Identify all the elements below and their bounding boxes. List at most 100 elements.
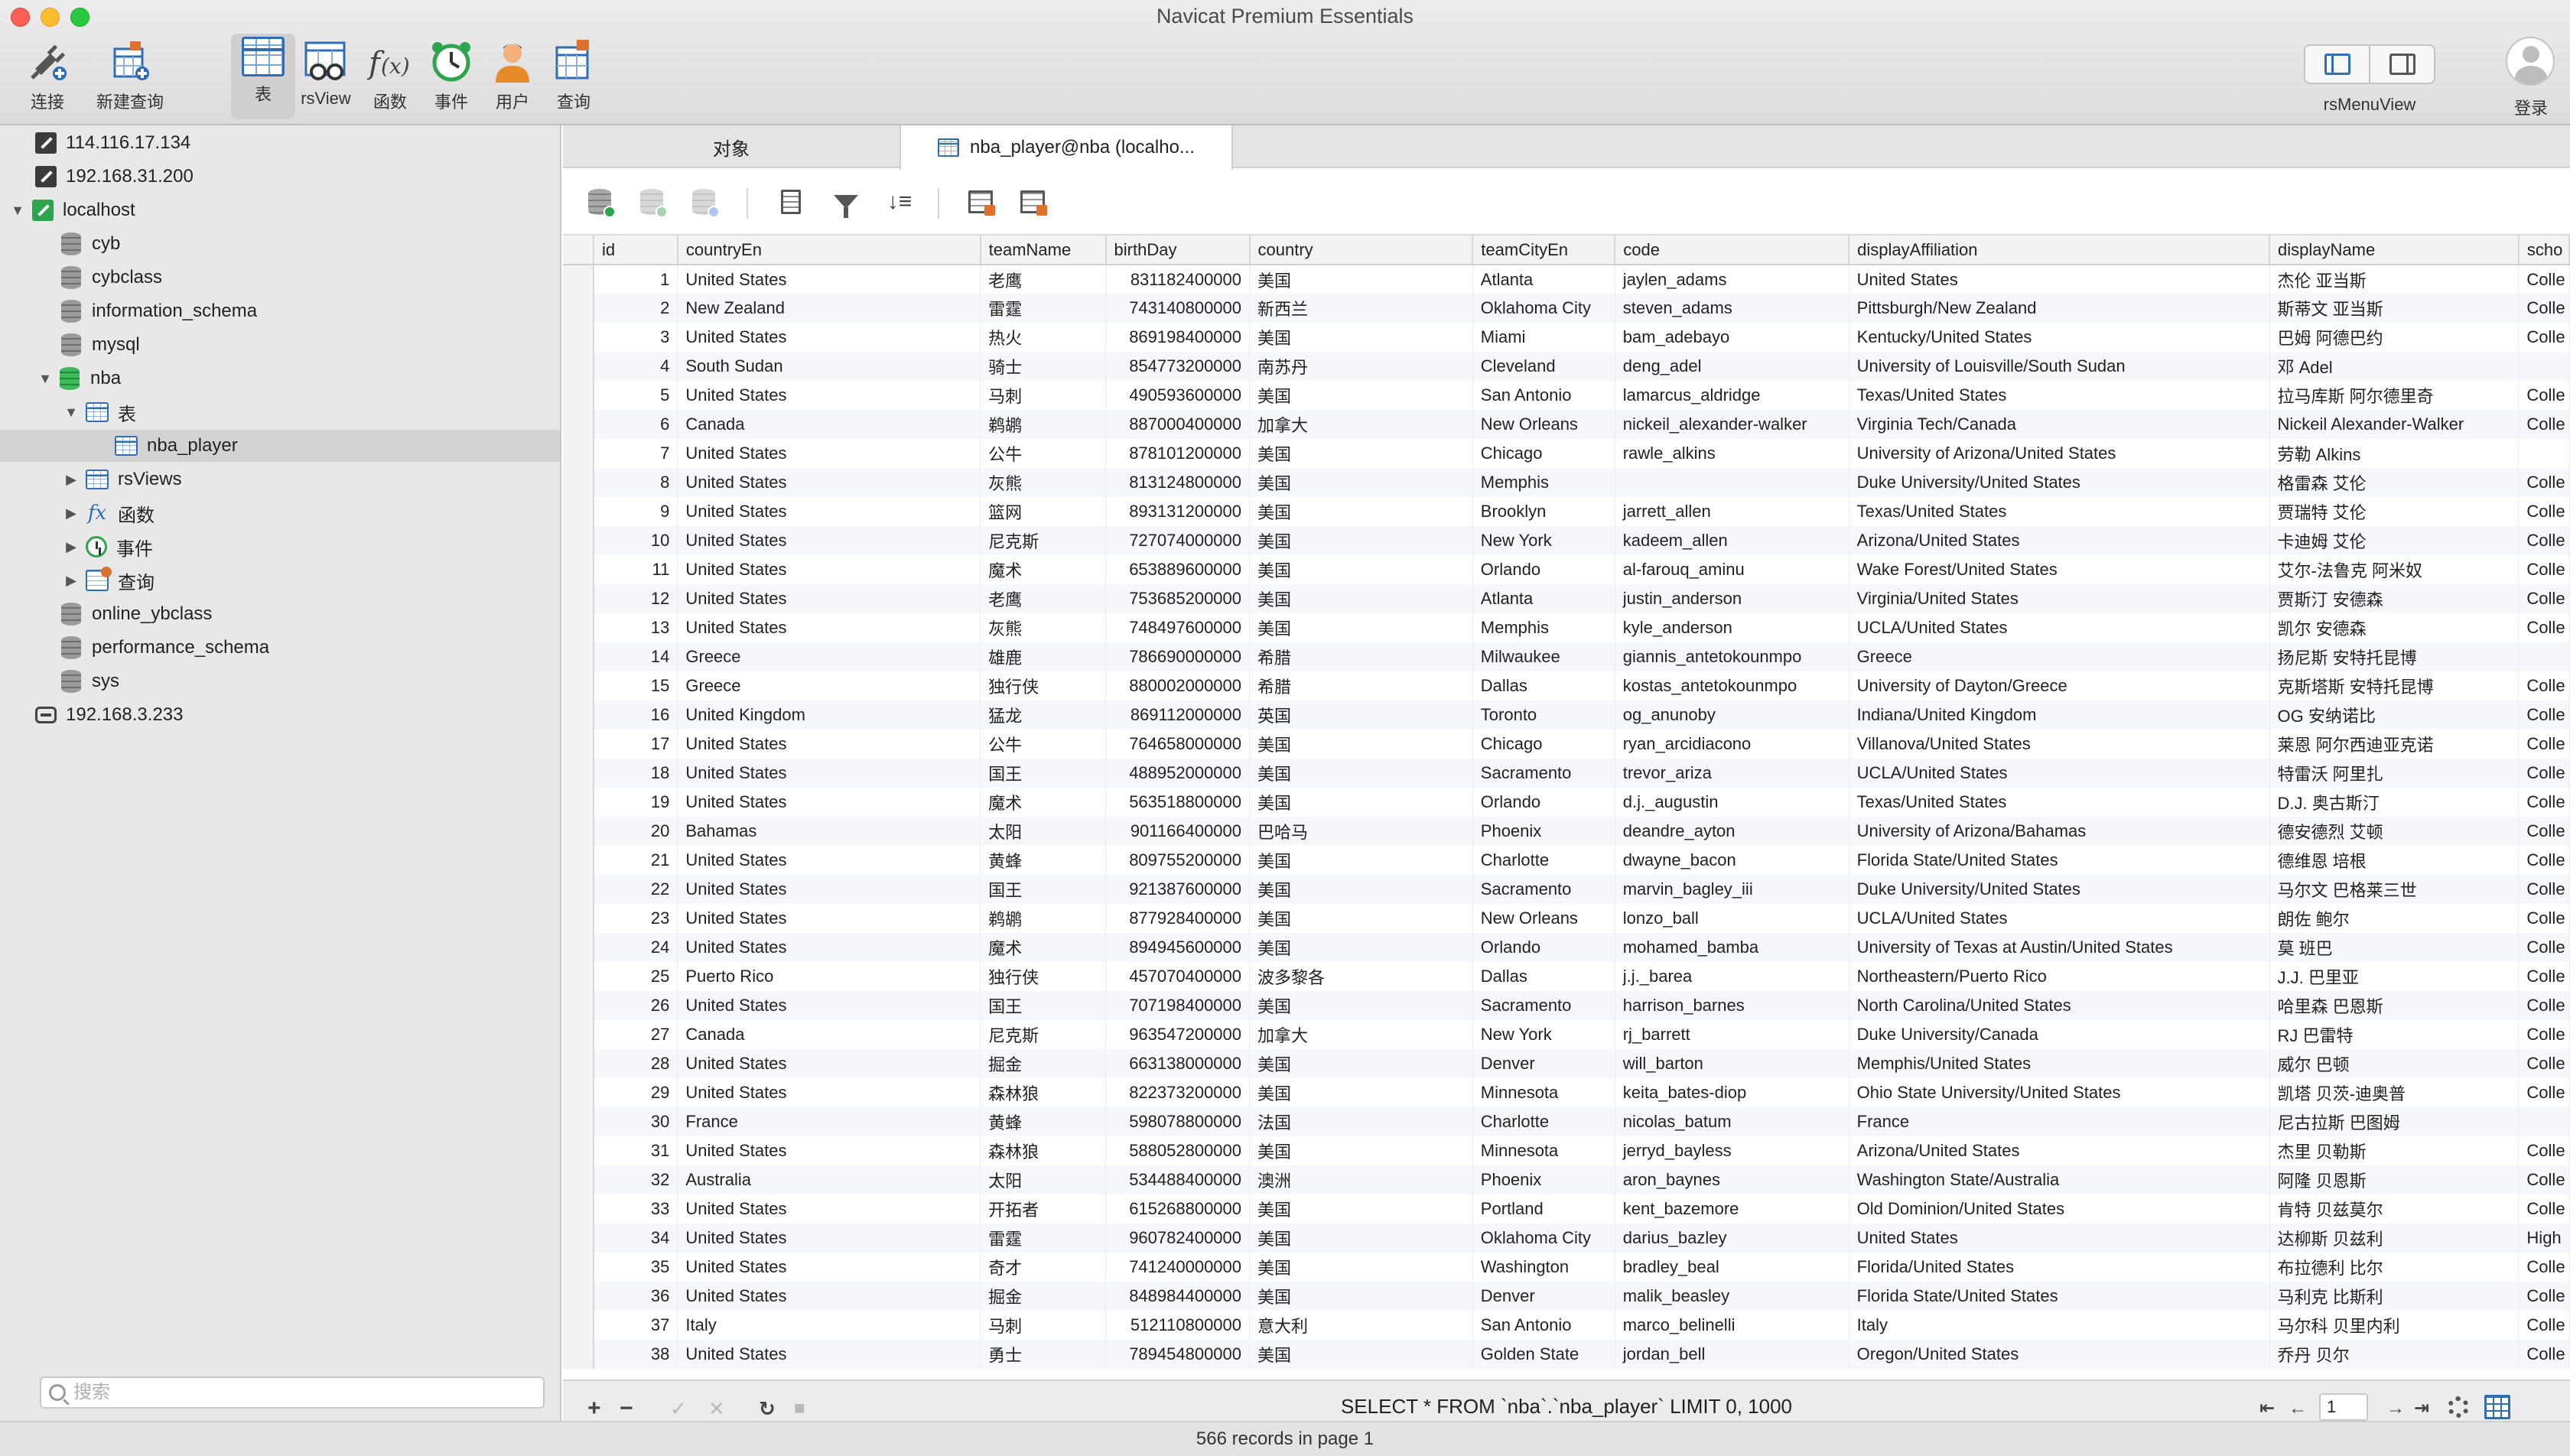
table-cell[interactable]: kostas_antetokounmpo (1615, 671, 1849, 700)
table-cell[interactable]: Colle (2518, 555, 2570, 584)
column-header[interactable]: teamCityEn (1472, 236, 1616, 265)
table-cell[interactable]: New York (1472, 526, 1615, 555)
table-item-nba-player[interactable]: nba_player (0, 430, 560, 462)
table-cell[interactable]: 753685200000 (1105, 584, 1251, 613)
table-cell[interactable]: 艾尔-法鲁克 阿米奴 (2269, 555, 2520, 584)
apply-changes-button[interactable]: ✓ (670, 1395, 687, 1422)
table-cell[interactable]: Colle (2518, 294, 2570, 323)
table-row[interactable]: 38 United States 勇士 789454800000 美国 Golden St… (563, 1340, 2570, 1369)
table-cell[interactable]: deng_adel (1615, 352, 1849, 381)
table-cell[interactable]: 美国 (1249, 1194, 1473, 1224)
table-cell[interactable]: bam_adebayo (1615, 323, 1849, 352)
table-cell[interactable]: 灰熊 (980, 468, 1107, 497)
table-cell[interactable]: Colle (2518, 671, 2570, 700)
events-group[interactable]: ▶ 事件 (61, 531, 153, 563)
table-cell[interactable]: United States (677, 323, 981, 352)
table-cell[interactable]: 707198400000 (1105, 991, 1251, 1020)
table-cell[interactable]: 743140800000 (1105, 294, 1251, 323)
table-cell[interactable]: 森林狼 (980, 1078, 1107, 1107)
table-cell[interactable]: 490593600000 (1105, 381, 1251, 410)
expand-arrow-icon[interactable]: ▼ (8, 203, 28, 219)
table-cell[interactable]: Greece (677, 642, 981, 671)
connection-item[interactable]: 192.168.31.200 (35, 161, 194, 193)
table-cell[interactable]: giannis_antetokounmpo (1615, 642, 1849, 671)
table-cell[interactable]: Memphis (1472, 468, 1615, 497)
row-header-cell[interactable] (563, 1282, 594, 1311)
table-cell[interactable]: United States (677, 730, 981, 759)
table-cell[interactable]: 莫 班巴 (2269, 933, 2520, 962)
table-cell[interactable]: Florida State/United States (1849, 846, 2270, 875)
table-cell[interactable]: deandre_ayton (1615, 817, 1849, 846)
table-cell[interactable]: Puerto Rico (677, 962, 981, 991)
table-cell[interactable]: United States (677, 584, 981, 613)
column-header[interactable]: scho (2518, 236, 2570, 265)
table-cell[interactable]: 篮网 (980, 497, 1107, 526)
table-cell[interactable]: 美国 (1249, 323, 1473, 352)
table-cell[interactable]: Dallas (1472, 962, 1615, 991)
table-cell[interactable]: Colle (2518, 1020, 2570, 1049)
tables-group[interactable]: ▼ 表 (61, 396, 136, 428)
table-cell[interactable]: UCLA/United States (1849, 904, 2270, 933)
table-row[interactable]: 28 United States 掘金 663138000000 美国 Denver wil… (563, 1049, 2570, 1078)
table-cell[interactable]: 789454800000 (1105, 1340, 1251, 1369)
table-cell[interactable]: Colle (2518, 875, 2570, 904)
commit-button[interactable] (636, 187, 668, 218)
table-cell[interactable]: 美国 (1249, 933, 1473, 962)
table-cell[interactable]: rj_barrett (1615, 1020, 1849, 1049)
table-cell[interactable] (1615, 468, 1849, 497)
table-cell[interactable]: University of Louisville/South Sudan (1849, 352, 2270, 381)
table-cell[interactable]: 894945600000 (1105, 933, 1251, 962)
gear-icon[interactable] (2448, 1396, 2469, 1418)
query-button[interactable]: 查询 (542, 34, 606, 119)
table-cell[interactable]: jerryd_bayless (1615, 1136, 1849, 1165)
event-button[interactable]: 事件 (419, 34, 483, 119)
table-cell[interactable]: 854773200000 (1105, 352, 1251, 381)
table-cell[interactable]: University of Arizona/Bahamas (1849, 817, 2270, 846)
table-cell[interactable]: 24 (593, 933, 678, 962)
table-cell[interactable]: 斯蒂文 亚当斯 (2269, 294, 2520, 323)
table-cell[interactable]: Denver (1472, 1282, 1615, 1311)
table-cell[interactable]: will_barton (1615, 1049, 1849, 1078)
table-cell[interactable]: 新西兰 (1249, 294, 1473, 323)
table-cell[interactable]: United States (677, 1194, 981, 1224)
table-cell[interactable]: nickeil_alexander-walker (1615, 410, 1849, 439)
table-cell[interactable]: 魔术 (980, 933, 1107, 962)
table-cell[interactable]: 美国 (1249, 1340, 1473, 1369)
table-cell[interactable]: jarrett_allen (1615, 497, 1849, 526)
table-cell[interactable]: 13 (593, 613, 678, 642)
table-cell[interactable]: 阿隆 贝恩斯 (2269, 1165, 2520, 1194)
table-cell[interactable]: UCLA/United States (1849, 613, 2270, 642)
table-cell[interactable]: Colle (2518, 1136, 2570, 1165)
table-cell[interactable]: Texas/United States (1849, 497, 2270, 526)
table-cell[interactable]: 美国 (1249, 730, 1473, 759)
table-cell[interactable]: Nickeil Alexander-Walker (2269, 410, 2520, 439)
tab-nba-player[interactable]: nba_player@nba (localho... (899, 125, 1233, 170)
row-header-cell[interactable] (563, 555, 594, 584)
table-cell[interactable]: 7 (593, 439, 678, 468)
table-cell[interactable]: 公牛 (980, 730, 1107, 759)
table-row[interactable]: 31 United States 森林狼 588052800000 美国 Minnesot… (563, 1136, 2570, 1165)
table-cell[interactable]: Canada (677, 410, 981, 439)
table-cell[interactable]: 国王 (980, 875, 1107, 904)
row-header-cell[interactable] (563, 875, 594, 904)
table-cell[interactable]: 黄蜂 (980, 1107, 1107, 1136)
row-header-cell[interactable] (563, 294, 594, 323)
table-cell[interactable]: 22 (593, 875, 678, 904)
table-cell[interactable]: 美国 (1249, 526, 1473, 555)
table-cell[interactable]: 森林狼 (980, 1136, 1107, 1165)
table-cell[interactable]: 加拿大 (1249, 1020, 1473, 1049)
table-cell[interactable]: Texas/United States (1849, 788, 2270, 817)
table-cell[interactable]: Sacramento (1472, 759, 1615, 788)
table-cell[interactable]: 美国 (1249, 788, 1473, 817)
table-cell[interactable]: Italy (1849, 1311, 2270, 1340)
table-cell[interactable]: 8 (593, 468, 678, 497)
table-cell[interactable]: 贾斯汀 安德森 (2269, 584, 2520, 613)
table-cell[interactable]: Orlando (1472, 933, 1615, 962)
table-cell[interactable]: marco_belinelli (1615, 1311, 1849, 1340)
row-header-cell[interactable] (563, 352, 594, 381)
row-header-cell[interactable] (563, 1020, 594, 1049)
table-cell[interactable]: United States (1849, 265, 2270, 294)
table-cell[interactable]: 16 (593, 700, 678, 730)
table-cell[interactable]: 美国 (1249, 991, 1473, 1020)
table-cell[interactable]: 822373200000 (1105, 1078, 1251, 1107)
